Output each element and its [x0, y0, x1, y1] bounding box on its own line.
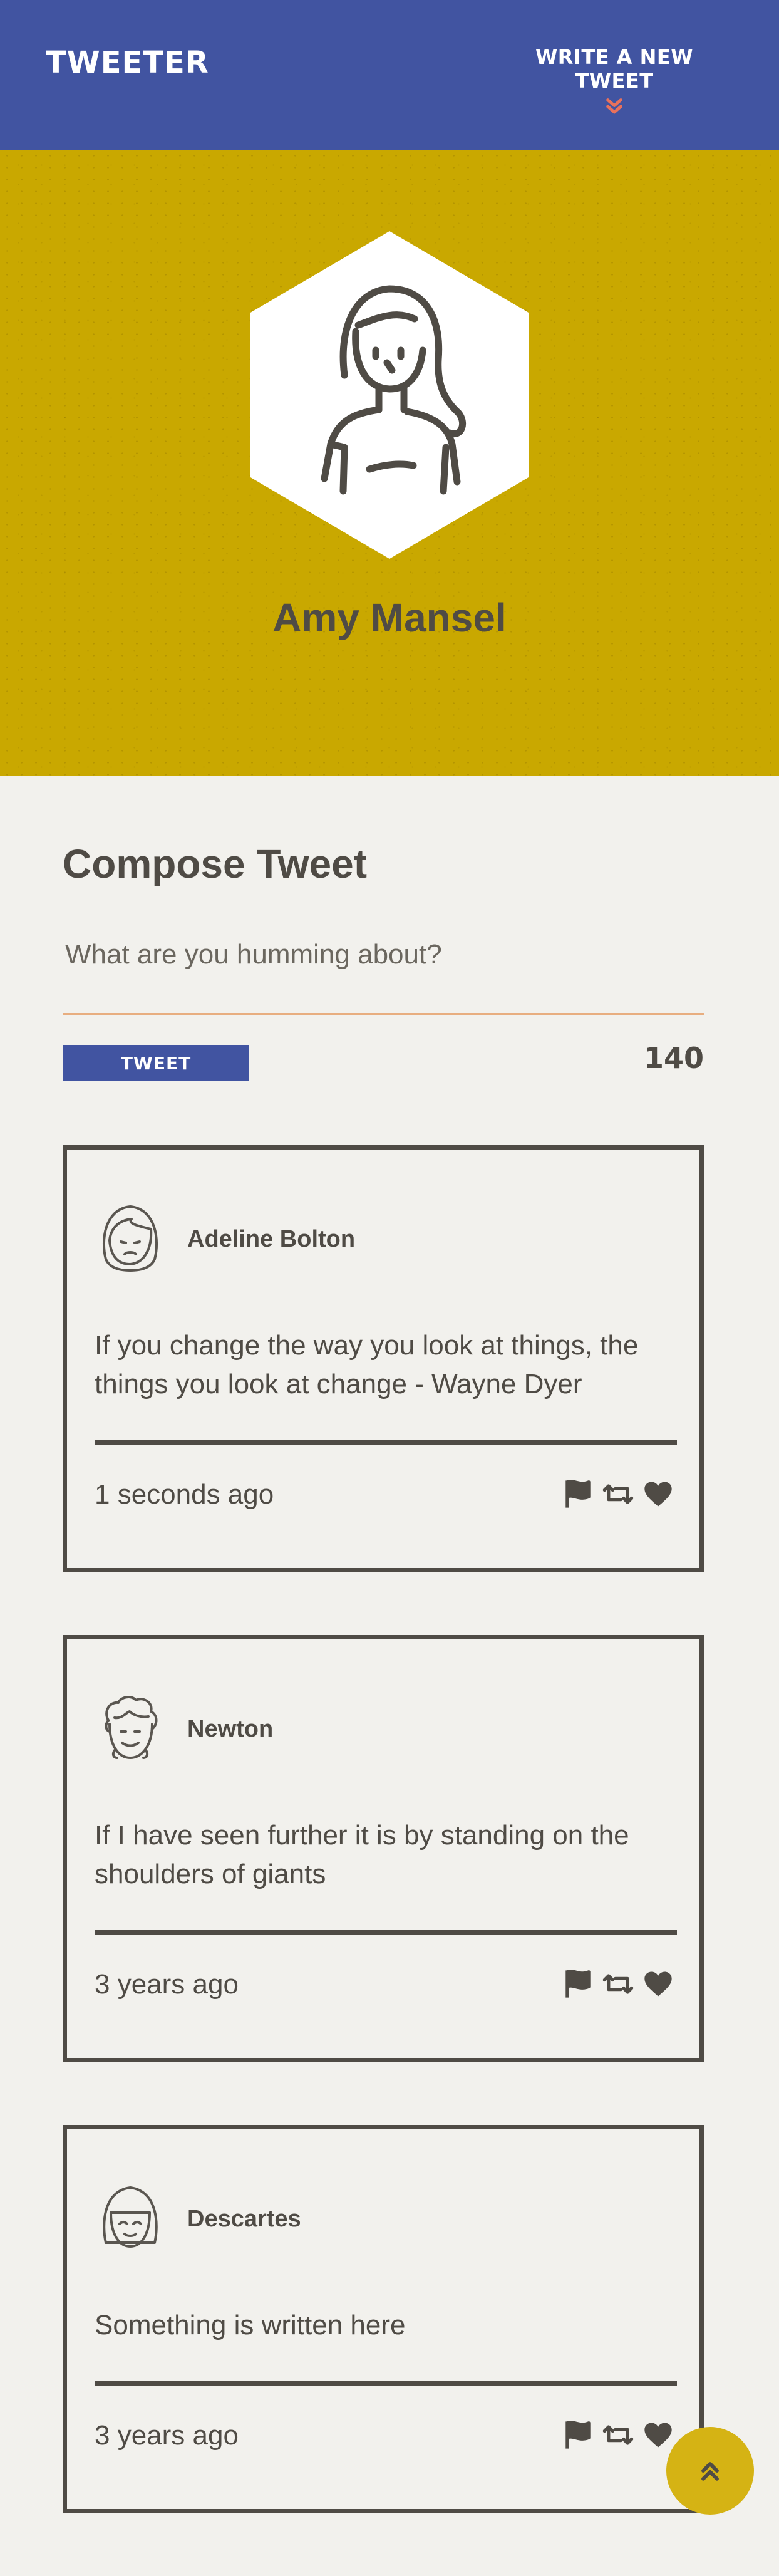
profile-header: Amy Mansel — [0, 150, 779, 776]
heart-icon[interactable] — [642, 1478, 674, 1510]
tweet-text: If you change the way you look at things… — [95, 1330, 639, 1400]
retweet-icon[interactable] — [602, 1478, 634, 1510]
tweet-author[interactable]: Descartes — [187, 2206, 301, 2233]
write-new-tweet-link[interactable]: WRITE A NEW TWEET — [495, 45, 733, 118]
tweet-text: Something is written here — [95, 2310, 406, 2340]
tweet-actions — [562, 1968, 674, 2000]
flag-icon[interactable] — [562, 2419, 594, 2451]
curly-hair-avatar-icon — [105, 1696, 158, 1759]
tweet-text: If I have seen further it is by standing… — [95, 1820, 629, 1889]
double-chevron-down-icon — [606, 98, 622, 114]
tweet-button[interactable]: TWEET — [63, 1045, 249, 1081]
retweet-icon[interactable] — [602, 2419, 634, 2451]
tweet-author[interactable]: Adeline Bolton — [187, 1226, 355, 1253]
bob-hair-avatar-icon — [103, 2186, 158, 2248]
tweet-divider — [95, 2381, 677, 2386]
tweet-timestamp: 3 years ago — [95, 2420, 239, 2451]
tweet-card: Newton If I have seen further it is by s… — [63, 1635, 704, 2062]
flag-icon[interactable] — [562, 1968, 594, 2000]
tweet-actions — [562, 2419, 674, 2451]
profile-name: Amy Mansel — [272, 595, 507, 640]
heart-icon[interactable] — [642, 2419, 674, 2451]
tweet-author[interactable]: Newton — [187, 1716, 273, 1743]
tweet-input[interactable] — [63, 927, 704, 1015]
top-nav: TWEETER WRITE A NEW TWEET — [0, 0, 779, 150]
brand-logo[interactable]: TWEETER — [46, 45, 209, 80]
compose-title: Compose Tweet — [63, 841, 367, 886]
flag-icon[interactable] — [562, 1478, 594, 1510]
tweet-divider — [95, 1440, 677, 1445]
tweet-timestamp: 1 seconds ago — [95, 1479, 274, 1510]
character-counter: 140 — [643, 1041, 704, 1075]
heart-icon[interactable] — [642, 1968, 674, 2000]
retweet-icon[interactable] — [602, 1968, 634, 2000]
tweet-card: Adeline Bolton If you change the way you… — [63, 1145, 704, 1572]
scroll-to-top-button[interactable] — [666, 2427, 754, 2515]
tweet-card: Descartes Something is written here 3 ye… — [63, 2125, 704, 2513]
girl-avatar-icon — [102, 1205, 158, 1272]
double-chevron-up-icon — [701, 2462, 719, 2481]
tweet-actions — [562, 1478, 674, 1510]
tweet-timestamp: 3 years ago — [95, 1969, 239, 2000]
woman-avatar-icon — [250, 231, 529, 559]
tweet-divider — [95, 1930, 677, 1935]
write-new-tweet-label: WRITE A NEW TWEET — [535, 45, 693, 93]
